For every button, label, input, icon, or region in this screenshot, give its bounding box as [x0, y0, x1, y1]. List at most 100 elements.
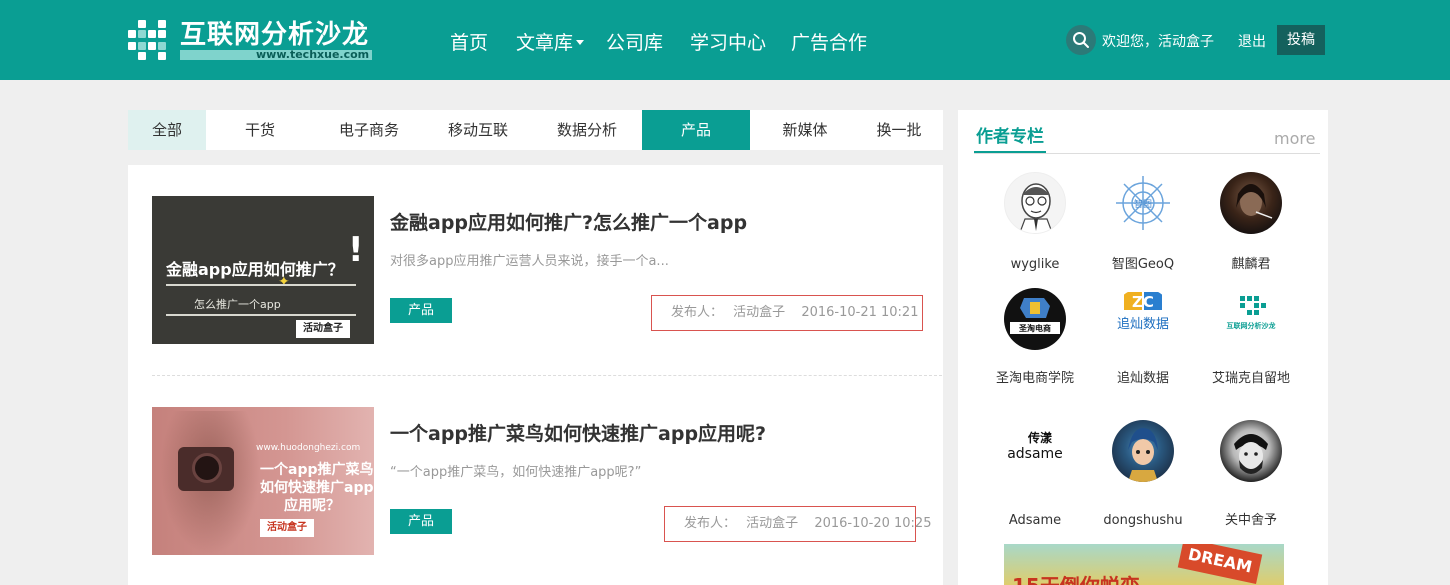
more-link[interactable]: more	[1274, 129, 1315, 148]
submit-article-button[interactable]: 投稿	[1277, 25, 1325, 55]
site-logo[interactable]: 互联网分析沙龙 www.techxue.com	[128, 14, 378, 64]
star-icon: ✦	[278, 274, 290, 290]
portrait-icon	[1234, 434, 1268, 474]
thumb-url: www.huodonghezi.com	[256, 443, 361, 453]
promo-banner[interactable]: DREAM 15天倒你蜕变	[1004, 544, 1284, 585]
avatar	[1004, 172, 1066, 234]
shengtao-logo-icon: 圣淘电商	[1010, 298, 1060, 334]
thumb-logo: 活动盒子	[296, 320, 350, 338]
tab-dry-goods[interactable]: 干货	[206, 110, 314, 150]
category-tabs: 全部 干货 电子商务 移动互联 数据分析 产品 新媒体 换一批	[128, 110, 943, 150]
article-summary: 对很多app应用推广运营人员来说，接手一个a...	[390, 254, 669, 269]
thumb-title: 金融app应用如何推广？	[166, 260, 344, 279]
anime-avatar-icon	[1128, 428, 1158, 482]
nav-learning[interactable]: 学习中心	[690, 28, 766, 55]
thumb-text: 一个app推广菜鸟 如何快速推广app 应用呢？	[260, 461, 374, 515]
article-meta: 发布人： 活动盒子 2016-10-21 10:21	[651, 295, 923, 331]
author-name: wyglike	[1010, 257, 1060, 272]
avatar: 智图	[1112, 172, 1174, 234]
publish-date: 2016-10-20 10:25	[814, 516, 932, 531]
tab-new-media[interactable]: 新媒体	[750, 110, 860, 150]
article-thumbnail[interactable]: www.huodonghezi.com 一个app推广菜鸟 如何快速推广app …	[152, 407, 374, 555]
publisher-name[interactable]: 活动盒子	[746, 516, 798, 531]
site-header: 互联网分析沙龙 www.techxue.com 首页 文章库 公司库 学习中心 …	[0, 0, 1450, 80]
publisher-name[interactable]: 活动盒子	[733, 305, 785, 320]
thumb-line: 如何快速推广app	[260, 480, 374, 496]
svg-text:追灿数据: 追灿数据	[1117, 316, 1169, 332]
article-summary: “一个app推广菜鸟，如何快速推广app呢?”	[390, 465, 642, 480]
nav-articles[interactable]: 文章库	[516, 28, 573, 55]
search-button[interactable]	[1066, 25, 1096, 55]
avatar	[1112, 420, 1174, 482]
article-tag[interactable]: 产品	[390, 509, 452, 534]
article-list: ! 金融app应用如何推广？ ✦ 怎么推广一个app 活动盒子 金融app应用如…	[128, 165, 943, 585]
publisher-label: 发布人：	[671, 305, 724, 320]
compass-wheel-icon: 智图	[1116, 176, 1170, 230]
avatar: 传漾 adsame	[1004, 420, 1066, 482]
banner-dream: DREAM	[1177, 544, 1263, 584]
tab-mobile[interactable]: 移动互联	[424, 110, 532, 150]
search-icon	[1073, 32, 1089, 48]
article-title[interactable]: 金融app应用如何推广?怎么推广一个app	[390, 208, 747, 235]
tab-data-analysis[interactable]: 数据分析	[532, 110, 642, 150]
tab-ecommerce[interactable]: 电子商务	[314, 110, 424, 150]
avatar: 圣淘电商	[1004, 288, 1066, 350]
list-item: ! 金融app应用如何推广？ ✦ 怎么推广一个app 活动盒子 金融app应用如…	[128, 165, 943, 355]
logo-mark-icon	[128, 18, 174, 60]
svg-text:智图: 智图	[1134, 198, 1152, 210]
nav-home[interactable]: 首页	[450, 28, 488, 55]
exclamation-icon: !	[348, 230, 364, 270]
thumb-line: 一个app推广菜鸟	[260, 462, 374, 478]
sidebar-title: 作者专栏	[976, 127, 1044, 147]
tab-refresh[interactable]: 换一批	[860, 110, 938, 150]
sidebar-divider	[974, 153, 1320, 154]
article-thumbnail[interactable]: ! 金融app应用如何推广？ ✦ 怎么推广一个app 活动盒子	[152, 196, 374, 344]
thumb-logo: 活动盒子	[260, 519, 314, 537]
article-tag[interactable]: 产品	[390, 298, 452, 323]
tab-all[interactable]: 全部	[128, 110, 206, 150]
portrait-icon	[1236, 184, 1273, 219]
publish-date: 2016-10-21 10:21	[801, 305, 919, 320]
thumb-subtitle: 怎么推广一个app	[194, 298, 281, 311]
thumb-divider	[166, 314, 356, 316]
nav-companies[interactable]: 公司库	[606, 28, 663, 55]
avatar	[1220, 172, 1282, 234]
adsame-logo-icon: 传漾 adsame	[1007, 430, 1063, 462]
avatar: 互联网分析沙龙	[1220, 288, 1282, 350]
svg-text:adsame: adsame	[1007, 446, 1063, 462]
author-name: 麒麟君	[1231, 257, 1271, 272]
article-title[interactable]: 一个app推广菜鸟如何快速推广app应用呢?	[390, 419, 766, 446]
svg-text:传漾: 传漾	[1027, 430, 1053, 445]
author-name: 追灿数据	[1116, 371, 1169, 386]
avatar: ZC 追灿数据	[1112, 288, 1174, 350]
author-column-sidebar: 作者专栏 more wyglike 智图 智图GeoQ 麒麟君 圣淘电商 圣淘电…	[958, 110, 1328, 585]
logo-title: 互联网分析沙龙	[180, 20, 370, 50]
cartoon-face-icon	[1019, 183, 1053, 233]
author-name: 圣淘电商学院	[995, 371, 1074, 386]
author-name: Adsame	[1008, 513, 1062, 528]
svg-text:互联网分析沙龙: 互联网分析沙龙	[1227, 321, 1276, 330]
nav-ads[interactable]: 广告合作	[791, 28, 867, 55]
author-name: 艾瑞克自留地	[1211, 371, 1290, 386]
author-name: dongshushu	[1103, 513, 1183, 528]
tab-product[interactable]: 产品	[642, 110, 750, 150]
list-item: www.huodonghezi.com 一个app推广菜鸟 如何快速推广app …	[128, 376, 943, 566]
author-name: 关中舍予	[1224, 513, 1277, 528]
thumb-line: 应用呢？	[284, 498, 340, 514]
svg-text:圣淘电商: 圣淘电商	[1018, 323, 1051, 333]
logout-link[interactable]: 退出	[1238, 31, 1266, 51]
publisher-label: 发布人：	[684, 516, 737, 531]
thumb-divider	[166, 284, 356, 286]
zhuican-logo-icon: ZC 追灿数据	[1117, 292, 1169, 332]
author-name: 智图GeoQ	[1111, 257, 1175, 272]
salon-logo-icon: 互联网分析沙龙	[1227, 296, 1276, 330]
svg-text:ZC: ZC	[1132, 293, 1154, 311]
article-meta: 发布人： 活动盒子 2016-10-20 10:25	[664, 506, 931, 542]
chevron-down-icon[interactable]	[576, 40, 584, 45]
banner-text: 15天倒你蜕变	[1012, 570, 1140, 585]
camera-lens-icon	[192, 453, 222, 483]
sidebar-title-underline	[974, 151, 1046, 153]
welcome-text[interactable]: 欢迎您，活动盒子	[1102, 31, 1214, 51]
logo-url: www.techxue.com	[256, 48, 370, 61]
avatar	[1220, 420, 1282, 482]
